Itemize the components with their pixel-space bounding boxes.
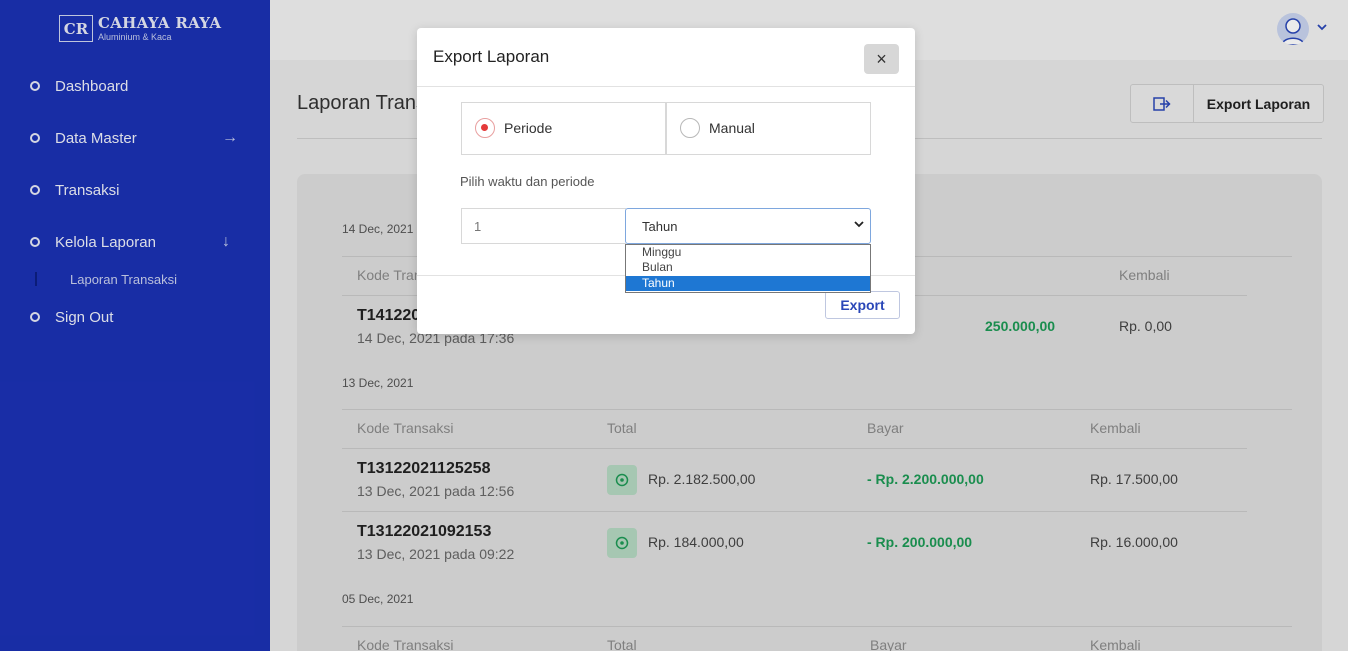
dropdown-option[interactable]: Bulan <box>626 260 870 275</box>
modal-title: Export Laporan <box>433 47 550 66</box>
dropdown-option[interactable]: Minggu <box>626 245 870 260</box>
period-field-label: Pilih waktu dan periode <box>460 174 595 189</box>
radio-label: Periode <box>504 120 553 136</box>
period-dropdown-list: Minggu Bulan Tahun <box>625 244 871 293</box>
radio-option-manual[interactable]: Manual <box>666 102 871 155</box>
divider <box>417 86 915 87</box>
period-select-value: Tahun <box>642 218 678 234</box>
radio-option-periode[interactable]: Periode <box>461 102 666 155</box>
radio-label: Manual <box>709 120 755 136</box>
chevron-down-icon <box>854 220 864 231</box>
radio-checked-icon[interactable] <box>475 118 495 138</box>
close-icon[interactable]: × <box>864 44 899 74</box>
export-button[interactable]: Export <box>825 291 900 319</box>
period-select[interactable]: Tahun <box>625 208 871 244</box>
dropdown-option-selected[interactable]: Tahun <box>626 276 870 291</box>
amount-input[interactable]: 1 <box>461 208 626 244</box>
export-modal: Export Laporan × Periode Manual Pilih wa… <box>417 28 915 334</box>
radio-unchecked-icon[interactable] <box>680 118 700 138</box>
